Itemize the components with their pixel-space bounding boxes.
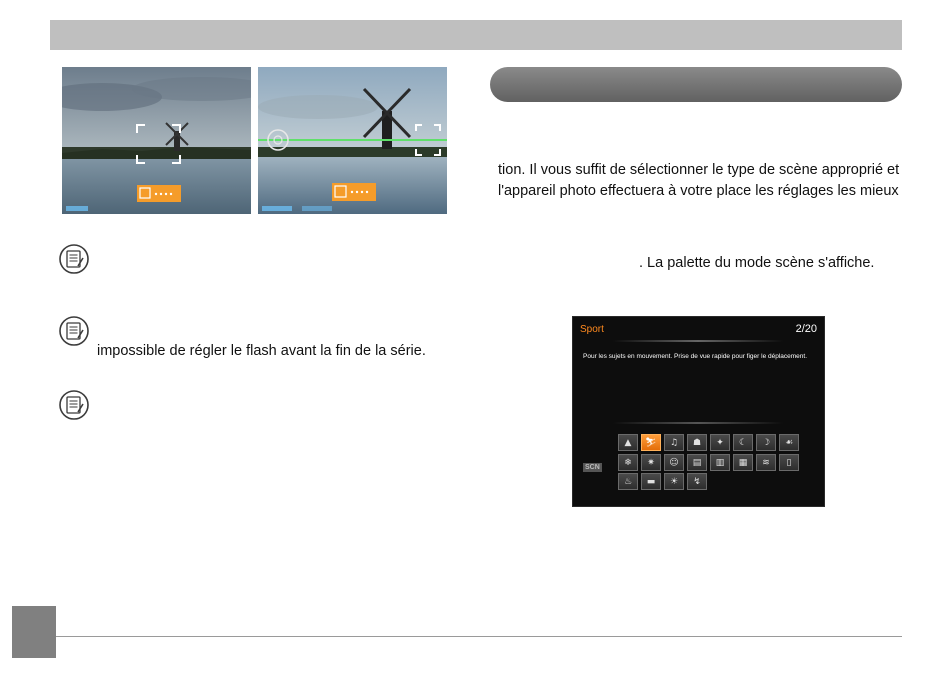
night-portrait-icon[interactable]: ☽ <box>756 434 776 451</box>
sunset-icon[interactable]: ☀ <box>664 473 684 490</box>
footer-rule <box>56 636 902 637</box>
food-icon[interactable]: ♨ <box>618 473 638 490</box>
note-icon <box>59 388 89 422</box>
header-band <box>50 20 902 50</box>
scene-icon-grid: ▲ ⛷ ♫ ☗ ✦ ☾ ☽ ☙ ❄ ✷ ☺ ▤ ▥ ▦ ≋ ▯ ♨ ▬ ☀ ↯ <box>618 434 818 493</box>
page-number-tab <box>12 606 56 658</box>
party-icon[interactable]: ☗ <box>687 434 707 451</box>
note-icon <box>59 314 89 348</box>
landscape-icon[interactable]: ▲ <box>618 434 638 451</box>
scene-icon-row: ▲ ⛷ ♫ ☗ ✦ ☾ ☽ ☙ <box>618 434 818 451</box>
scene-icon-row: ❄ ✷ ☺ ▤ ▥ ▦ ≋ ▯ <box>618 453 818 471</box>
scene-description: Pour les sujets en mouvement. Prise de v… <box>583 353 808 360</box>
fireworks-icon[interactable]: ✷ <box>641 453 661 471</box>
scene-title: Sport <box>580 324 604 335</box>
night-icon[interactable]: ☾ <box>733 434 753 451</box>
sample-photo-after <box>258 67 447 214</box>
scene-icon-row: ♨ ▬ ☀ ↯ <box>618 473 818 490</box>
intro-line-2: l'appareil photo effectuera à votre plac… <box>498 183 899 199</box>
backlight-icon[interactable]: ↯ <box>687 473 707 490</box>
camera-scene-palette: Sport 2/20 Pour les sujets en mouvement.… <box>572 316 825 507</box>
divider <box>613 340 783 342</box>
note-text: impossible de régler le flash avant la f… <box>97 343 426 359</box>
frame-icon[interactable]: ▦ <box>733 453 753 471</box>
glass-icon[interactable]: ▥ <box>710 453 730 471</box>
scn-mode-label: SCN <box>583 463 602 472</box>
instruction-text: . La palette du mode scène s'affiche. <box>639 255 875 271</box>
sample-photo-before <box>62 67 251 214</box>
section-heading-bar <box>490 67 902 102</box>
children-icon[interactable]: ☺ <box>664 453 684 471</box>
pet-icon[interactable]: ☙ <box>779 434 799 451</box>
panorama-icon[interactable]: ▬ <box>641 473 661 490</box>
divider <box>613 422 783 424</box>
id-icon[interactable]: ▤ <box>687 453 707 471</box>
intro-line-1: tion. Il vous suffit de sélectionner le … <box>498 162 900 178</box>
sport-icon[interactable]: ⛷ <box>641 434 661 451</box>
scene-page-counter: 2/20 <box>795 323 817 335</box>
snow-icon[interactable]: ❄ <box>618 453 638 471</box>
note-icon <box>59 242 89 276</box>
panning-icon[interactable]: ≋ <box>756 453 776 471</box>
document-icon[interactable]: ▯ <box>779 453 799 471</box>
candlelight-icon[interactable]: ✦ <box>710 434 730 451</box>
portrait-icon[interactable]: ♫ <box>664 434 684 451</box>
